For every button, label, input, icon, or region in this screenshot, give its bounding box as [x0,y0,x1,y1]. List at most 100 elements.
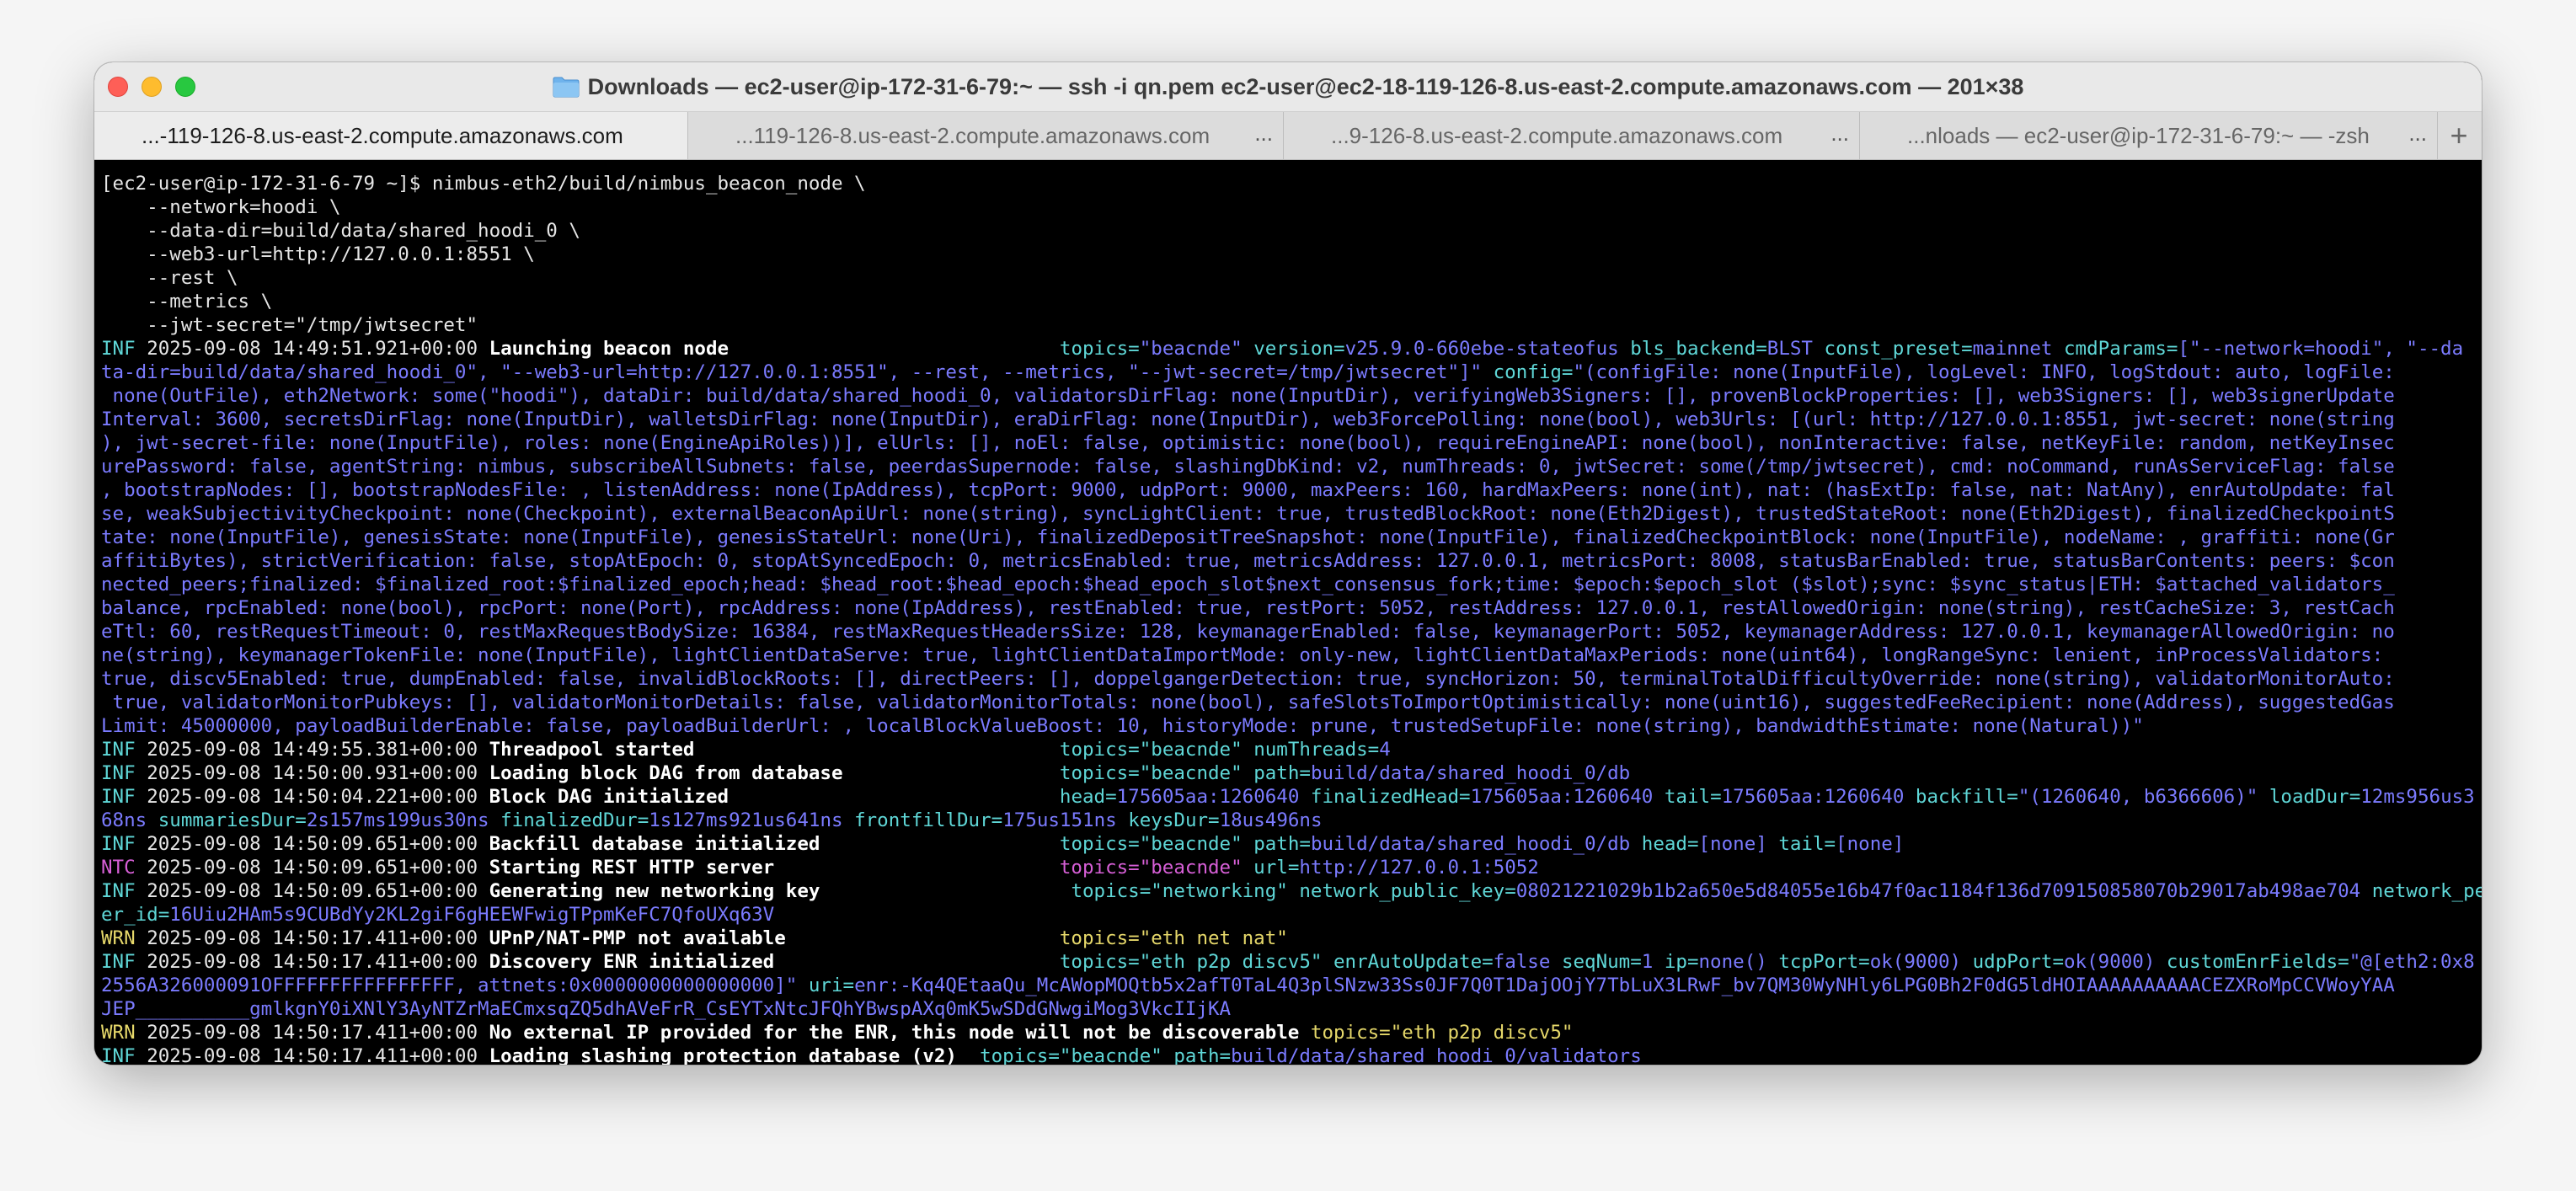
tab-overflow-indicator: ... [1254,120,1273,146]
log-level: WRN [101,927,136,949]
log-value: 18us496ns [1219,809,1323,831]
log-value: Interval: 3600, secretsDirFlag: none(Inp… [101,409,2395,430]
log-line-wrap: balance, rpcEnabled: none(bool), rpcPort… [101,596,2482,620]
log-value: 16Uiu2HAm5s9CUBdYy2KL2giF6gHEEWFwigTPpmK… [169,904,775,926]
log-key: customEnrFields= [2155,951,2349,973]
folder-icon [553,77,580,98]
log-value: ["--network=hoodi", "--da [2178,338,2464,360]
log-key: topics= [1059,927,1140,949]
tab-overflow-indicator: ... [2408,120,2427,146]
log-timestamp: 2025-09-08 14:49:55.381+00:00 [147,739,478,761]
log-value: 4 [1379,739,1391,761]
command-text: --web3-url=http://127.0.0.1:8551 \ [101,243,535,265]
log-value: false [1493,951,1551,973]
log-key: summariesDur= [147,809,307,831]
log-line-wrap: ta-dir=build/data/shared_hoodi_0", "--we… [101,361,2482,384]
log-value: "eth p2p discv5" [1139,951,1323,973]
log-level: NTC [101,857,136,879]
log-line-wrap: Limit: 45000000, payloadBuilderEnable: f… [101,714,2482,738]
log-value: "beacnde" [1139,833,1243,855]
tab-2[interactable]: ...119-126-8.us-east-2.compute.amazonaws… [688,112,1284,159]
log-value: http://127.0.0.1:5052 [1299,857,1539,879]
command-text: --jwt-secret="/tmp/jwtsecret" [101,314,478,336]
log-key: finalizedDur= [489,809,649,831]
log-key: bls_backend= [1618,338,1767,360]
log-value: affitiBytes), strictVerification: false,… [101,550,2395,572]
log-message: UPnP/NAT-PMP not available [489,927,786,949]
log-value: true, discv5Enabled: true, dumpEnabled: … [101,668,2395,690]
log-value: eTtl: 60, restRequestTimeout: 0, restMax… [101,621,2395,643]
log-value: 1s127ms921us641ns [649,809,843,831]
log-key: cmdParams= [2052,338,2178,360]
log-line-wrap: eTtl: 60, restRequestTimeout: 0, restMax… [101,620,2482,644]
log-key: topics= [1059,762,1140,784]
log-line-wrap: er_id=16Uiu2HAm5s9CUBdYy2KL2giF6gHEEWFwi… [101,903,2482,927]
tab-label: ...9-126-8.us-east-2.compute.amazonaws.c… [1331,122,1783,148]
log-value: [none] [1836,833,1905,855]
command-text: --metrics \ [101,291,273,312]
command-line: --web3-url=http://127.0.0.1:8551 \ [101,243,2482,266]
new-tab-button[interactable]: + [2438,112,2480,159]
tab-3[interactable]: ...9-126-8.us-east-2.compute.amazonaws.c… [1284,112,1860,159]
tab-label: ...nloads — ec2-user@ip-172-31-6-79:~ — … [1907,122,2370,148]
log-key: tcpPort= [1766,951,1870,973]
log-key: numThreads= [1242,739,1380,761]
log-message: Loading block DAG from database [489,762,843,784]
log-value: build/data/shared_hoodi_0/validators [1231,1045,1642,1065]
log-line-wrap: 68ns summariesDur=2s157ms199us30ns final… [101,809,2482,832]
log-line-wrap: true, validatorMonitorPubkeys: [], valid… [101,691,2482,714]
log-timestamp: 2025-09-08 14:50:09.651+00:00 [147,857,478,879]
command-text: [ec2-user@ip-172-31-6-79 ~]$ nimbus-eth2… [101,173,866,195]
log-key: udpPort= [1961,951,2065,973]
command-line: --network=hoodi \ [101,195,2482,219]
log-level: INF [101,786,136,808]
log-value: 68ns [101,809,147,831]
log-value: 12ms956us3 [2360,786,2475,808]
log-value: 2556A326000091OFFFFFFFFFFFFFFFF, attnets… [101,975,798,996]
log-key: path= [1162,1045,1232,1065]
log-line-wrap: ne(string), keymanagerTokenFile: none(In… [101,644,2482,667]
log-key: er_id= [101,904,170,926]
tab-1[interactable]: ...-119-126-8.us-east-2.compute.amazonaw… [94,112,688,159]
log-key: topics= [1071,880,1152,902]
log-line-wrap: Interval: 3600, secretsDirFlag: none(Inp… [101,408,2482,431]
log-level: INF [101,880,136,902]
log-value: 2s157ms199us30ns [306,809,489,831]
log-key: topics= [1059,739,1140,761]
log-pad [820,833,1059,855]
log-line-wrap: affitiBytes), strictVerification: false,… [101,549,2482,573]
log-key: seqNum= [1550,951,1642,973]
log-value: ok(9000) [2064,951,2156,973]
log-key: topics= [1059,338,1140,360]
log-line-wrap: true, discv5Enabled: true, dumpEnabled: … [101,667,2482,691]
log-value: mainnet [1972,338,2053,360]
log-value: 175us151ns [1002,809,1117,831]
log-level: INF [101,833,136,855]
log-message: Loading slashing protection database (v2… [489,1045,957,1065]
log-key: topics= [1059,857,1140,879]
log-key: head= [1059,786,1117,808]
log-value: true, validatorMonitorPubkeys: [], valid… [101,692,2395,713]
log-line-wrap: none(OutFile), eth2Network: some("hoodi"… [101,384,2482,408]
command-line: --rest \ [101,266,2482,290]
tab-4[interactable]: ...nloads — ec2-user@ip-172-31-6-79:~ — … [1860,112,2438,159]
log-value: 175605aa:1260640 [1470,786,1654,808]
log-timestamp: 2025-09-08 14:49:51.921+00:00 [147,338,478,360]
log-value: 1 [1641,951,1654,973]
log-message: No external IP provided for the ENR, thi… [489,1022,1300,1044]
log-line: INF 2025-09-08 14:50:09.651+00:00 Genera… [101,879,2482,903]
log-line: INF 2025-09-08 14:50:00.931+00:00 Loadin… [101,761,2482,785]
log-key: finalizedHead= [1299,786,1471,808]
log-timestamp: 2025-09-08 14:50:00.931+00:00 [147,762,478,784]
log-key: tail= [1766,833,1836,855]
log-value: ta-dir=build/data/shared_hoodi_0", "--we… [101,361,1483,383]
window-title: Downloads — ec2-user@ip-172-31-6-79:~ — … [587,73,2024,99]
log-timestamp: 2025-09-08 14:50:09.651+00:00 [147,880,478,902]
terminal-output[interactable]: [ec2-user@ip-172-31-6-79 ~]$ nimbus-eth2… [94,160,2482,1065]
log-timestamp: 2025-09-08 14:50:17.411+00:00 [147,951,478,973]
log-line: WRN 2025-09-08 14:50:17.411+00:00 No ext… [101,1021,2482,1044]
log-value: "eth net nat" [1139,927,1288,949]
log-key: topics= [980,1045,1060,1065]
tab-bar: ...-119-126-8.us-east-2.compute.amazonaw… [94,111,2482,160]
log-value: balance, rpcEnabled: none(bool), rpcPort… [101,597,2395,619]
